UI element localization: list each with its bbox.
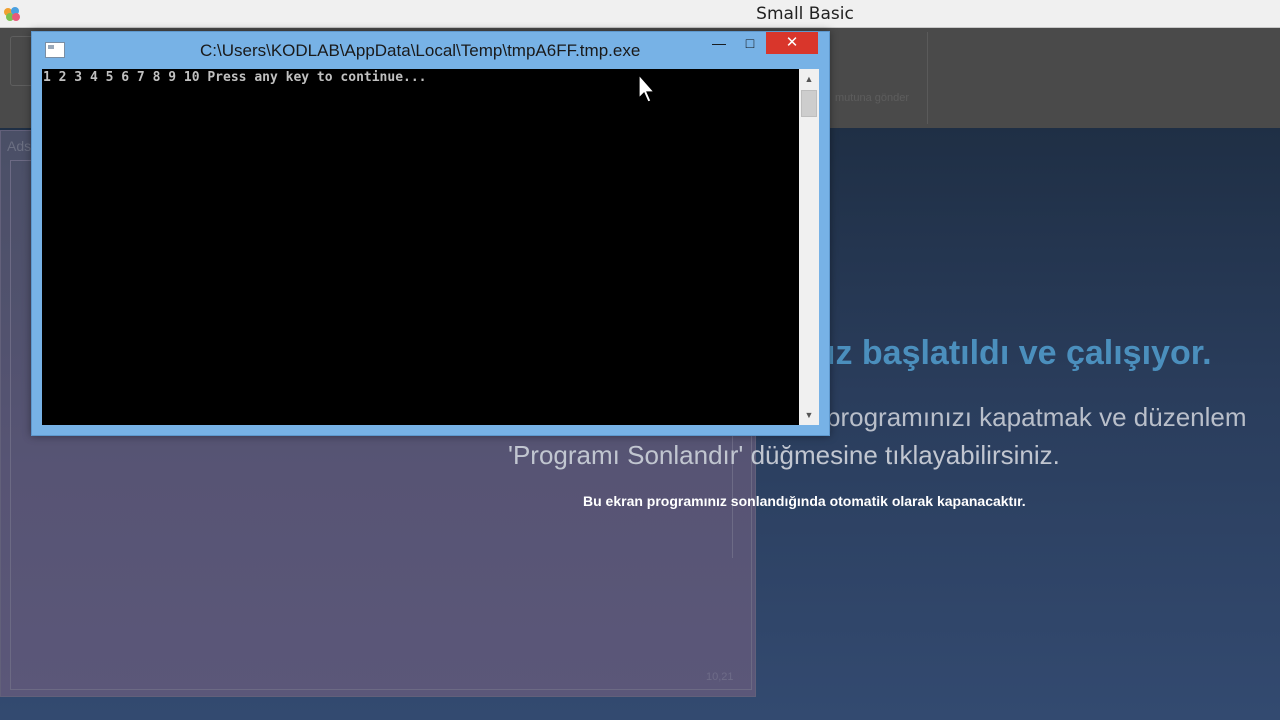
console-window: C:\Users\KODLAB\AppData\Local\Temp\tmpA6… <box>31 31 830 436</box>
close-button[interactable]: ✕ <box>766 32 818 54</box>
toolbar-separator <box>927 32 928 124</box>
console-output-text: 1 2 3 4 5 6 7 8 9 10 Press any key to co… <box>43 70 427 85</box>
console-title: C:\Users\KODLAB\AppData\Local\Temp\tmpA6… <box>200 41 641 60</box>
running-instruction-line1: programınızı kapatmak ve düzenlem <box>826 402 1247 432</box>
auto-close-note: Bu ekran programınız sonlandığında otoma… <box>583 493 1026 509</box>
console-output-area[interactable]: 1 2 3 4 5 6 7 8 9 10 Press any key to co… <box>42 69 799 425</box>
minimize-icon: — <box>712 35 726 51</box>
maximize-icon: □ <box>745 35 755 51</box>
scrollbar-thumb[interactable] <box>801 90 817 117</box>
editor-tab-label[interactable]: Ads <box>7 138 31 154</box>
toolbar-publish-label: mutuna gönder <box>835 92 909 104</box>
editor-cursor-position: 10,21 <box>706 671 734 683</box>
running-heading: ız başlatıldı ve çalışıyor. <box>826 334 1212 372</box>
console-scrollbar[interactable]: ▲ ▼ <box>799 69 819 425</box>
app-title: Small Basic <box>756 4 854 24</box>
mouse-cursor-icon <box>638 74 656 103</box>
maximize-button[interactable]: □ <box>738 32 762 54</box>
app-titlebar: Small Basic <box>0 0 1280 28</box>
close-icon: ✕ <box>785 34 799 51</box>
console-window-icon <box>45 42 65 58</box>
running-instruction-line2: 'Programı Sonlandır' düğmesine tıklayabi… <box>508 440 1060 470</box>
scroll-down-icon[interactable]: ▼ <box>799 407 819 423</box>
minimize-button[interactable]: — <box>708 32 730 54</box>
scroll-up-icon[interactable]: ▲ <box>799 71 819 87</box>
